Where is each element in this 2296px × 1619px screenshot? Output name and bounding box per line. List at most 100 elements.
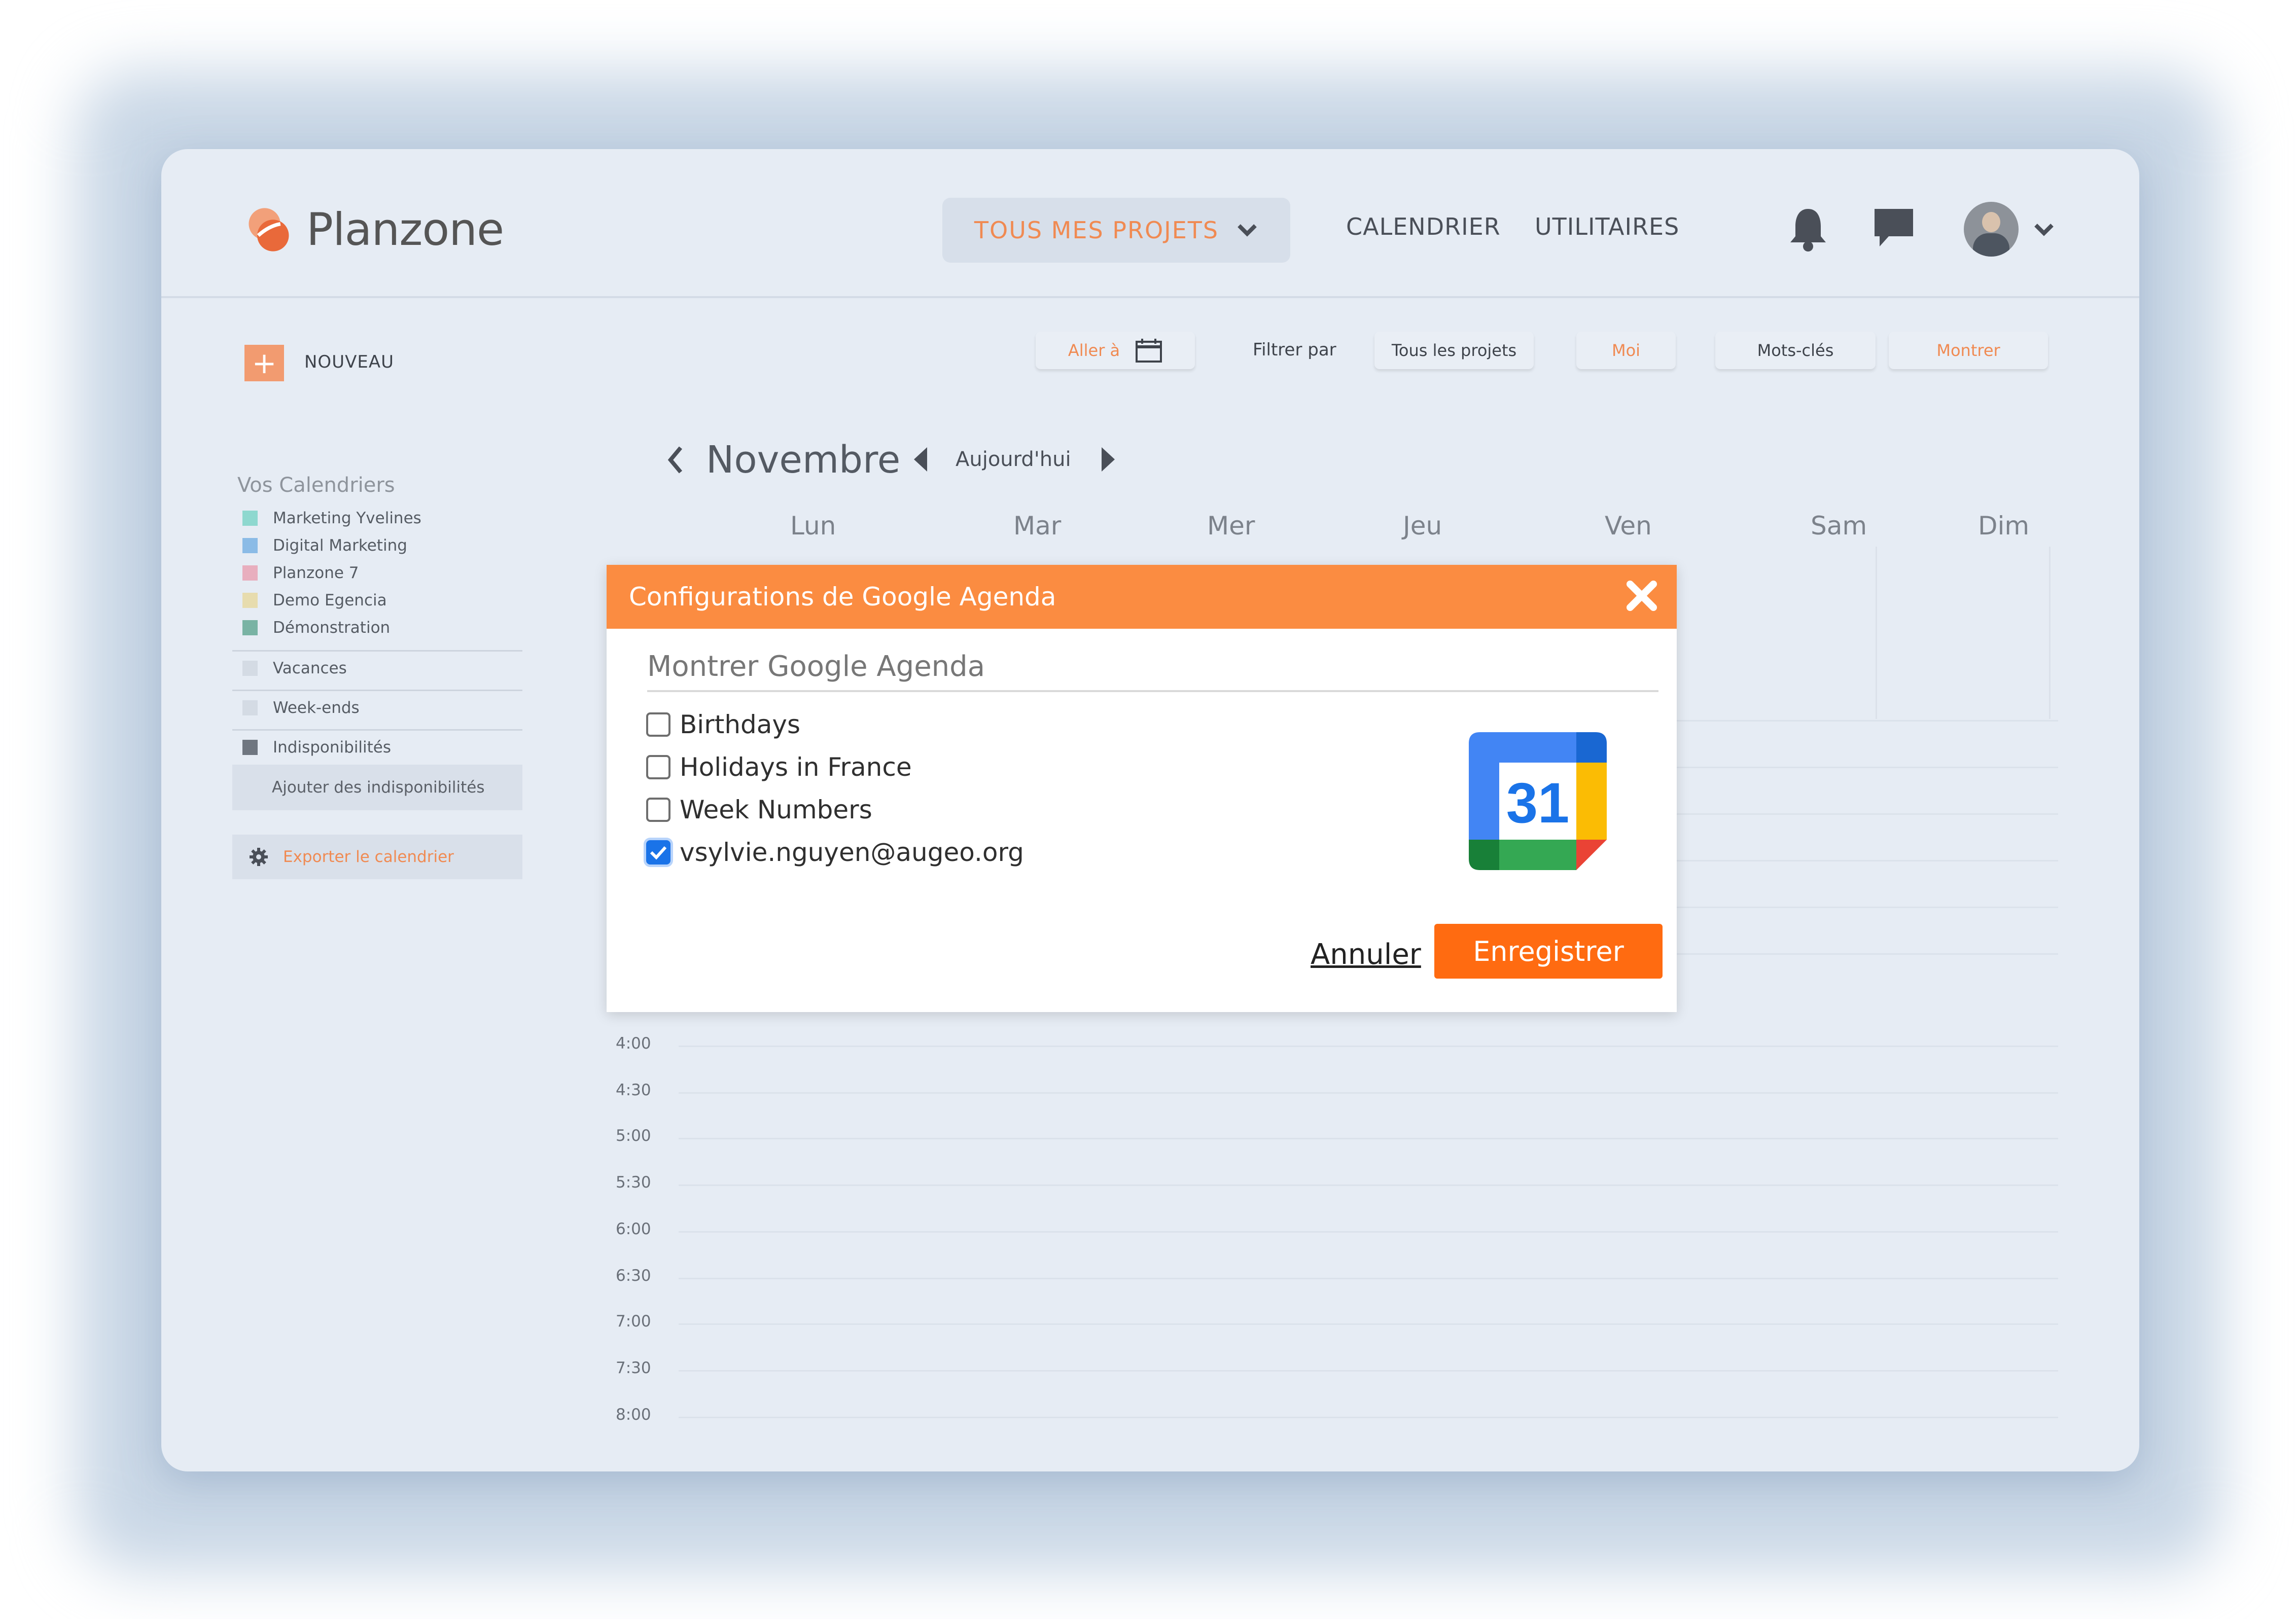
- cancel-button[interactable]: Annuler: [1311, 938, 1421, 971]
- calendar-item-weekends[interactable]: Week-ends: [242, 699, 360, 717]
- calendar-item-label: Indisponibilités: [273, 738, 392, 757]
- calendar-swatch: [242, 740, 258, 755]
- calendar-day-number: 31: [1506, 771, 1570, 835]
- calendar-item-label: Planzone 7: [273, 564, 359, 582]
- logo[interactable]: Planzone: [242, 199, 504, 260]
- new-label[interactable]: NOUVEAU: [304, 352, 394, 372]
- option-week-numbers[interactable]: Week Numbers: [646, 795, 872, 824]
- calendar-item[interactable]: Demo Egencia: [242, 591, 387, 609]
- calendar-item-label: Vacances: [273, 659, 347, 677]
- export-calendar-button[interactable]: Exporter le calendrier: [232, 835, 522, 879]
- time-label: 5:00: [616, 1127, 651, 1145]
- planzone-logo-icon: [249, 208, 289, 251]
- option-label: Holidays in France: [680, 752, 912, 782]
- calendar-swatch: [242, 593, 258, 608]
- save-button[interactable]: Enregistrer: [1434, 924, 1663, 979]
- chat-icon[interactable]: [1873, 207, 1915, 250]
- chevron-left-icon[interactable]: [665, 445, 686, 475]
- chevron-down-icon[interactable]: [2033, 222, 2055, 237]
- bell-icon[interactable]: [1788, 206, 1828, 253]
- new-button[interactable]: +: [244, 345, 284, 381]
- dialog-header: Configurations de Google Agenda: [607, 565, 1677, 629]
- divider: [232, 650, 522, 652]
- close-icon[interactable]: [1624, 578, 1659, 614]
- grid-line: [679, 1184, 2058, 1186]
- calendar-item-label: Marketing Yvelines: [273, 509, 421, 527]
- calendar-item-label: Week-ends: [273, 699, 360, 717]
- add-unavailability-button[interactable]: Ajouter des indisponibilités: [232, 765, 522, 810]
- option-label: Week Numbers: [680, 795, 872, 824]
- checkmark-icon: [650, 846, 667, 860]
- day-header: Jeu: [1403, 511, 1442, 541]
- day-header: Ven: [1605, 511, 1652, 541]
- calendar-item-indisponibilites[interactable]: Indisponibilités: [242, 738, 391, 757]
- day-header: Mer: [1207, 511, 1255, 541]
- keywords-button[interactable]: Mots-clés: [1715, 332, 1876, 369]
- filter-label: Filtrer par: [1253, 340, 1336, 360]
- calendar-item[interactable]: Planzone 7: [242, 564, 359, 582]
- calendar-item-label: Digital Marketing: [273, 536, 407, 555]
- time-label: 4:00: [616, 1034, 651, 1053]
- project-select-label: TOUS MES PROJETS: [974, 217, 1219, 244]
- filter-me-button[interactable]: Moi: [1576, 332, 1676, 369]
- time-label: 5:30: [616, 1173, 651, 1192]
- time-label: 6:30: [616, 1267, 651, 1285]
- time-label: 7:30: [616, 1359, 651, 1377]
- grid-line: [679, 1323, 2058, 1325]
- grid-line: [679, 1231, 2058, 1233]
- day-header: Mar: [1013, 511, 1062, 541]
- project-select[interactable]: TOUS MES PROJETS: [942, 198, 1290, 263]
- calendars-title: Vos Calendriers: [237, 474, 395, 497]
- avatar[interactable]: [1964, 202, 2019, 257]
- nav-calendrier[interactable]: CALENDRIER: [1346, 213, 1501, 240]
- filter-projects-button[interactable]: Tous les projets: [1374, 332, 1534, 369]
- option-label: vsylvie.nguyen@augeo.org: [680, 838, 1024, 867]
- chevron-down-icon: [1238, 224, 1257, 237]
- checkbox[interactable]: [646, 755, 670, 779]
- checkbox[interactable]: [646, 712, 670, 737]
- calendar-swatch: [242, 565, 258, 581]
- dialog-subtitle: Montrer Google Agenda: [647, 650, 1658, 692]
- calendar-swatch: [242, 620, 258, 635]
- triangle-right-icon[interactable]: [1100, 446, 1117, 473]
- checkbox-checked[interactable]: [646, 840, 670, 865]
- grid-line: [2049, 547, 2051, 719]
- checkbox[interactable]: [646, 798, 670, 822]
- time-label: 6:00: [616, 1220, 651, 1238]
- today-nav: Aujourd'hui: [912, 446, 1117, 473]
- calendar-item[interactable]: Marketing Yvelines: [242, 509, 421, 527]
- month-title: Novembre: [706, 438, 901, 482]
- calendar-item[interactable]: Digital Marketing: [242, 536, 407, 555]
- dialog-title: Configurations de Google Agenda: [629, 582, 1056, 611]
- grid-line: [679, 1046, 2058, 1047]
- divider: [232, 729, 522, 731]
- app-window: Planzone TOUS MES PROJETS CALENDRIER UTI…: [161, 149, 2139, 1471]
- grid-line: [679, 1370, 2058, 1372]
- grid-line: [679, 1138, 2058, 1139]
- show-button[interactable]: Montrer: [1889, 332, 2048, 369]
- month-header: Novembre: [665, 438, 900, 482]
- calendar-item-vacances[interactable]: Vacances: [242, 659, 347, 677]
- grid-line: [679, 1417, 2058, 1418]
- top-bar: Planzone TOUS MES PROJETS CALENDRIER UTI…: [161, 149, 2139, 298]
- google-calendar-dialog: Configurations de Google Agenda Montrer …: [607, 565, 1677, 1012]
- option-account[interactable]: vsylvie.nguyen@augeo.org: [646, 838, 1024, 867]
- gear-icon: [250, 848, 268, 866]
- triangle-left-icon[interactable]: [912, 446, 929, 473]
- day-header: Dim: [1978, 511, 2030, 541]
- today-button[interactable]: Aujourd'hui: [956, 448, 1071, 471]
- google-calendar-icon: 31: [1469, 732, 1607, 870]
- option-holidays[interactable]: Holidays in France: [646, 752, 912, 782]
- goto-button[interactable]: Aller à: [1036, 332, 1195, 369]
- nav-utilitaires[interactable]: UTILITAIRES: [1535, 213, 1679, 240]
- option-birthdays[interactable]: Birthdays: [646, 710, 800, 739]
- time-label: 4:30: [616, 1081, 651, 1099]
- export-label: Exporter le calendrier: [283, 848, 454, 866]
- calendar-swatch: [242, 511, 258, 526]
- calendar-item[interactable]: Démonstration: [242, 619, 390, 637]
- logo-text: Planzone: [306, 203, 504, 256]
- grid-line: [1876, 547, 1877, 719]
- grid-line: [679, 1092, 2058, 1094]
- calendar-item-label: Demo Egencia: [273, 591, 387, 609]
- grid-line: [679, 1278, 2058, 1279]
